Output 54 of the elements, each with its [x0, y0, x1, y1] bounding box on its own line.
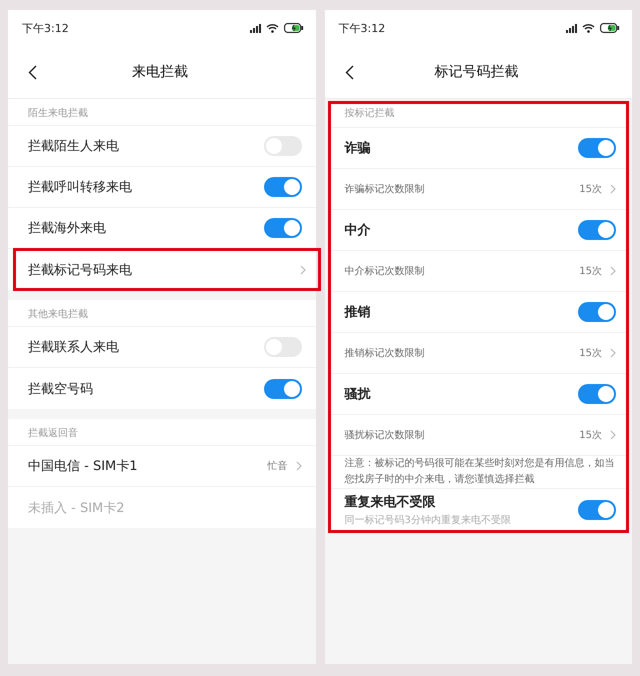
row-label: 拦截联系人来电: [28, 339, 119, 356]
wifi-icon: [582, 23, 595, 33]
section-header: 陌生来电拦截: [8, 99, 316, 126]
battery-icon: [284, 23, 304, 33]
chevron-icon: [610, 184, 616, 194]
signal-icon: [566, 24, 577, 32]
toggle-switch[interactable]: [578, 220, 616, 240]
back-icon: [28, 64, 37, 80]
toggle-switch[interactable]: [264, 177, 302, 197]
toggle-switch[interactable]: [578, 302, 616, 322]
chevron-icon: [610, 266, 616, 276]
toggle-switch[interactable]: [578, 138, 616, 158]
row-label: 诈骗: [344, 140, 370, 157]
status-time: 下午3:12: [338, 20, 386, 36]
row-label: 推销: [344, 304, 370, 321]
row-label: 诈骗标记次数限制: [344, 182, 424, 196]
status-time: 下午3:12: [22, 20, 69, 36]
row-value: 15次: [579, 347, 602, 360]
note-text: 注意：被标记的号码很可能在某些时刻对您是有用信息，如当您找房子时的中介来电，请您谨慎选择拦截: [330, 456, 626, 489]
chevron-icon: [610, 430, 616, 440]
row-label: 拦截呼叫转移来电: [28, 179, 132, 196]
screen-title: 标记号码拦截: [433, 63, 520, 81]
row-label: 推销标记次数限制: [344, 346, 424, 360]
section-header: 拦截返回音: [8, 419, 316, 446]
battery-icon: [600, 23, 620, 33]
signal-icon: [250, 24, 260, 32]
section-header: 其他来电拦截: [8, 300, 316, 327]
row-subtitle: 同一标记号码3分钟内重复来电不受限: [344, 514, 511, 526]
row-label: 拦截海外来电: [28, 220, 106, 237]
row-value: 15次: [579, 265, 602, 278]
wifi-icon: [266, 23, 278, 33]
toggle-switch[interactable]: [264, 378, 302, 398]
row-label: 未插入 - SIM卡2: [28, 500, 125, 516]
row-label: 中国电信 - SIM卡1: [28, 458, 138, 475]
row-label: 拦截陌生人来电: [28, 138, 119, 155]
row-value: 忙音: [268, 460, 288, 473]
chevron-icon: [300, 264, 306, 274]
chevron-icon: [296, 461, 302, 471]
row-value: 15次: [579, 429, 602, 442]
row-label: 拦截空号码: [28, 380, 93, 398]
back-icon: [344, 64, 354, 80]
row-label: 中介: [344, 222, 370, 239]
toggle-switch[interactable]: [578, 500, 616, 520]
row-value: 15次: [579, 183, 602, 196]
row-label: 骚扰: [344, 386, 370, 403]
row-label: 骚扰标记次数限制: [344, 428, 424, 442]
section-header: 按标记拦截: [330, 104, 626, 128]
row-label: 重复来电不受限: [344, 494, 436, 510]
row-label: 拦截标记号码来电: [28, 262, 132, 278]
screen-title: 来电拦截: [130, 63, 189, 81]
toggle-switch[interactable]: [264, 218, 302, 238]
toggle-switch[interactable]: [578, 384, 616, 404]
row-label: 中介标记次数限制: [344, 264, 424, 278]
chevron-icon: [610, 348, 616, 358]
